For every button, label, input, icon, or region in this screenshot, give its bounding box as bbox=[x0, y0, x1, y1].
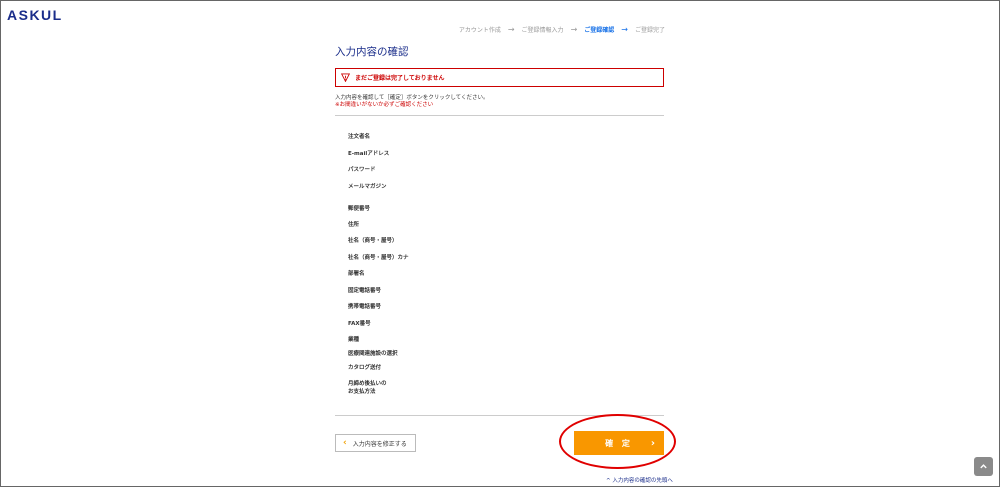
page-title: 入力内容の確認 bbox=[335, 46, 409, 58]
field-label: 住所 bbox=[348, 222, 360, 228]
step-confirm: ご登録確認 bbox=[584, 27, 615, 34]
field-label: パスワード bbox=[348, 167, 376, 173]
field-label: 郵便番号 bbox=[348, 206, 371, 212]
step-arrow-icon: → bbox=[507, 25, 515, 34]
step-complete: ご登録完了 bbox=[634, 27, 665, 34]
field-label: 社名（商号・屋号）カナ bbox=[348, 255, 409, 261]
edit-input-label: 入力内容を修正する bbox=[352, 440, 407, 448]
scroll-top-button[interactable] bbox=[974, 457, 993, 476]
field-label: 注文者名 bbox=[348, 134, 371, 140]
field-label: カタログ送付 bbox=[348, 365, 382, 371]
annotation-circle bbox=[559, 414, 676, 469]
field-label: 医療関連施設の選択 bbox=[348, 351, 398, 357]
edit-input-button[interactable]: ‹ 入力内容を修正する bbox=[335, 434, 416, 452]
field-label: メールマガジン bbox=[348, 184, 387, 190]
instruction-text: 入力内容を確認して［確定］ボタンをクリックしてください。 bbox=[335, 95, 489, 101]
chevron-up-icon bbox=[980, 464, 987, 469]
progress-steps: アカウント作成 → ご登録情報入力 → ご登録確認 → ご登録完了 bbox=[459, 25, 665, 34]
field-label: お支払方法 bbox=[348, 389, 376, 395]
field-label: 業種 bbox=[348, 337, 360, 343]
step-arrow-icon: → bbox=[570, 25, 578, 34]
back-to-top-link[interactable]: ^ 入力内容の確認の先頭へ bbox=[606, 476, 673, 484]
field-label: 社名（商号・屋号） bbox=[348, 238, 398, 244]
instruction-warning: ※お間違いがないか必ずご確認ください bbox=[335, 102, 434, 108]
step-account-create: アカウント作成 bbox=[458, 27, 501, 34]
divider-top bbox=[335, 115, 664, 116]
step-info-input: ご登録情報入力 bbox=[521, 27, 564, 34]
field-label: 部署名 bbox=[348, 271, 365, 277]
main-content: 入力内容の確認 まだご登録は完了しておりません 入力内容を確認して［確定］ボタン… bbox=[335, 44, 664, 416]
step-arrow-icon: → bbox=[621, 25, 628, 34]
field-label: E-mailアドレス bbox=[348, 151, 390, 157]
field-label: 携帯電話番号 bbox=[348, 304, 382, 310]
alert-text: まだご登録は完了しておりません bbox=[355, 75, 445, 82]
alert-box: まだご登録は完了しておりません bbox=[335, 68, 664, 87]
chevron-left-icon: ‹ bbox=[343, 438, 347, 448]
warning-triangle-icon bbox=[341, 73, 350, 82]
askul-logo[interactable]: ASKUL bbox=[7, 7, 63, 23]
instructions: 入力内容を確認して［確定］ボタンをクリックしてください。 ※お間違いがないか必ず… bbox=[335, 95, 489, 109]
field-label: 固定電話番号 bbox=[348, 288, 382, 294]
field-label: FAX番号 bbox=[348, 321, 371, 327]
field-label: 月締め後払いの bbox=[348, 381, 387, 387]
